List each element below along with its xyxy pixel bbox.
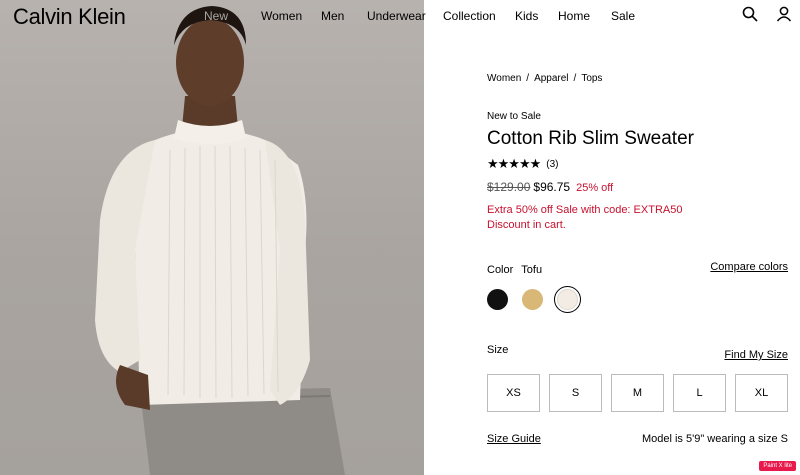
- size-guide-link[interactable]: Size Guide: [487, 433, 541, 445]
- breadcrumb-separator: /: [526, 73, 530, 84]
- size-label: Size: [487, 344, 509, 356]
- breadcrumb-women[interactable]: Women: [487, 73, 521, 84]
- color-selector-header: Color Tofu Compare colors: [487, 261, 788, 276]
- nav-underwear[interactable]: Underwear: [367, 9, 426, 23]
- nav-men[interactable]: Men: [321, 9, 344, 23]
- product-tag: New to Sale: [487, 111, 541, 122]
- swatch-tan[interactable]: [522, 289, 543, 310]
- selected-color-name: Tofu: [521, 264, 543, 276]
- size-m-button[interactable]: M: [611, 374, 664, 412]
- sale-price: $96.75: [533, 180, 571, 194]
- extension-badge[interactable]: Paint X lite: [759, 461, 796, 471]
- find-my-size-link[interactable]: Find My Size: [724, 349, 788, 361]
- size-s-button[interactable]: S: [549, 374, 602, 412]
- swatch-black[interactable]: [487, 289, 508, 310]
- model-photo: [95, 6, 345, 475]
- breadcrumb: Women / Apparel / Tops: [487, 73, 602, 84]
- promo-message: Extra 50% off Sale with code: EXTRA50 Di…: [487, 203, 682, 233]
- rating[interactable]: ★★★★★ (3): [487, 157, 559, 172]
- color-label: Color: [487, 264, 514, 276]
- color-swatches: [487, 286, 581, 313]
- breadcrumb-tops[interactable]: Tops: [581, 73, 602, 84]
- nav-new[interactable]: New: [204, 9, 228, 23]
- product-title: Cotton Rib Slim Sweater: [487, 128, 694, 149]
- nav-women[interactable]: Women: [261, 9, 302, 23]
- promo-line-2: Discount in cart.: [487, 219, 566, 231]
- product-photo[interactable]: [0, 0, 424, 475]
- discount-badge: 25% off: [576, 182, 614, 194]
- model-size-info: Model is 5'9" wearing a size S: [641, 433, 788, 445]
- price: $129.00 $96.75 25% off: [487, 180, 613, 194]
- size-selector: XS S M L XL: [487, 374, 788, 412]
- size-l-button[interactable]: L: [673, 374, 726, 412]
- promo-line-1: Extra 50% off Sale with code: EXTRA50: [487, 204, 683, 216]
- size-xl-button[interactable]: XL: [735, 374, 788, 412]
- star-rating-icon: ★★★★★: [487, 157, 541, 172]
- size-xs-button[interactable]: XS: [487, 374, 540, 412]
- review-count[interactable]: (3): [546, 159, 558, 170]
- product-details: Women / Apparel / Tops New to Sale Cotto…: [487, 0, 788, 475]
- original-price: $129.00: [487, 180, 531, 194]
- breadcrumb-apparel[interactable]: Apparel: [534, 73, 568, 84]
- swatch-tofu[interactable]: [554, 286, 581, 313]
- breadcrumb-separator: /: [573, 73, 577, 84]
- compare-colors-link[interactable]: Compare colors: [710, 261, 788, 273]
